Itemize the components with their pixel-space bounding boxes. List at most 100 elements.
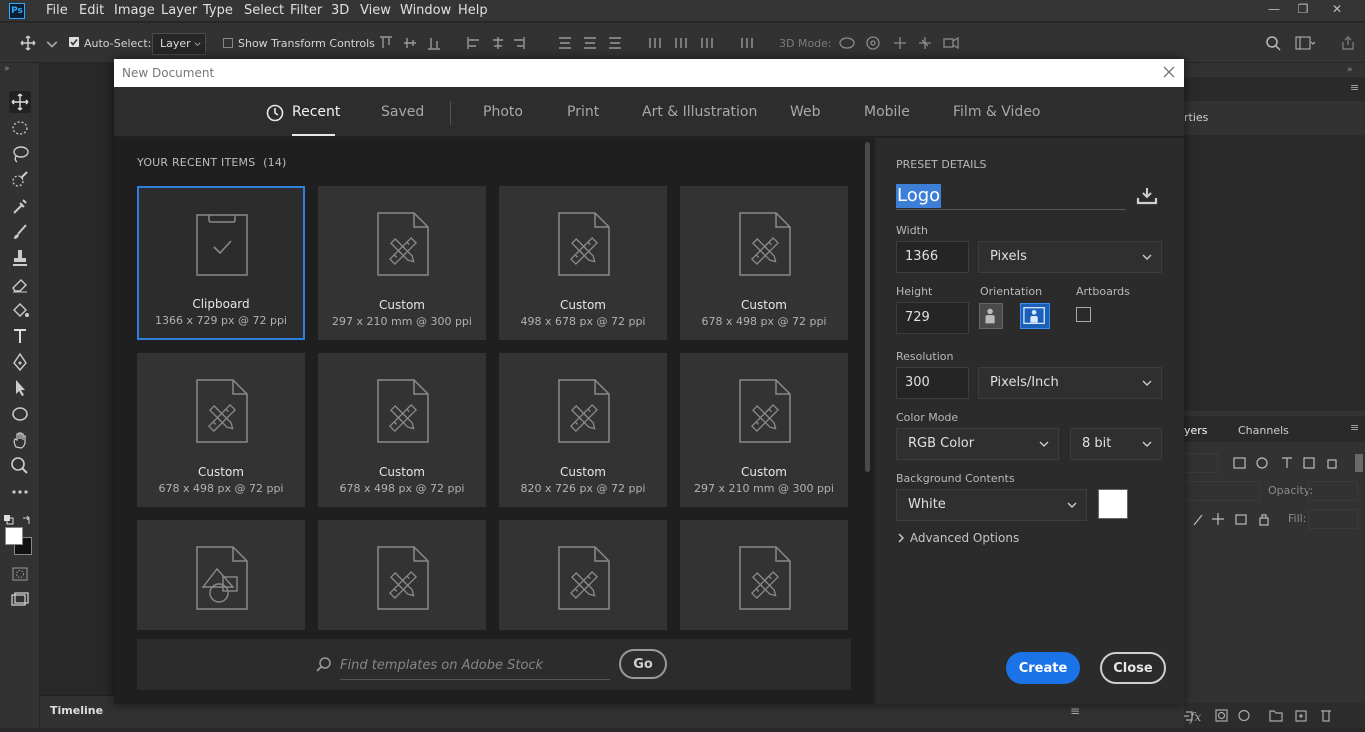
landscape-orientation-button[interactable]	[1020, 303, 1050, 329]
path-select-tool-icon[interactable]	[9, 377, 31, 399]
lasso-tool-icon[interactable]	[9, 143, 31, 165]
properties-tab[interactable]: rties	[1184, 111, 1208, 124]
recent-item-card[interactable]: Clipboard 1366 x 729 px @ 72 ppi	[137, 186, 305, 340]
stamp-tool-icon[interactable]	[9, 247, 31, 269]
layer-filter-icons[interactable]	[1232, 455, 1352, 471]
recent-item-card[interactable]: Custom 678 x 498 px @ 72 ppi	[680, 186, 848, 340]
advanced-options-toggle[interactable]: Advanced Options	[896, 531, 1019, 549]
tab-print[interactable]: Print	[567, 104, 599, 120]
recent-items-scrollbar[interactable]	[865, 142, 870, 472]
ellipse-tool-icon[interactable]	[9, 403, 31, 425]
preset-name-field[interactable]: Logo	[896, 184, 1126, 210]
search-icon-top[interactable]	[1265, 35, 1281, 51]
share-icon[interactable]	[1340, 35, 1356, 51]
blend-mode-dropdown[interactable]	[1184, 481, 1260, 501]
menu-window[interactable]: Window	[400, 3, 451, 18]
menu-layer[interactable]: Layer	[161, 3, 197, 18]
recent-item-card[interactable]: Custom 678 x 498 px @ 72 ppi	[318, 353, 486, 507]
menu-help[interactable]: Help	[458, 3, 488, 18]
background-contents-value: White	[908, 497, 946, 512]
menu-filter[interactable]: Filter	[290, 3, 322, 18]
quick-mask-icon[interactable]	[9, 563, 31, 585]
foreground-color-swatch[interactable]	[5, 527, 23, 545]
bit-depth-dropdown[interactable]: 8 bit	[1070, 428, 1162, 460]
width-field[interactable]: 1366	[896, 241, 969, 273]
menu-image[interactable]: Image	[114, 3, 155, 18]
custom-doc-icon	[738, 545, 792, 611]
collapse-toolbar-icon[interactable]: »	[4, 64, 10, 74]
go-button[interactable]: Go	[619, 649, 667, 679]
layer-filter-toggle[interactable]	[1355, 454, 1363, 472]
timeline-menu-icon[interactable]: ≡	[1070, 704, 1080, 718]
resolution-field[interactable]: 300	[896, 367, 969, 399]
dialog-close-icon[interactable]	[1160, 63, 1178, 81]
channels-tab[interactable]: Channels	[1238, 424, 1289, 437]
eyedropper-tool-icon[interactable]	[9, 195, 31, 217]
brush-tool-icon[interactable]	[9, 221, 31, 243]
tab-saved[interactable]: Saved	[381, 104, 424, 120]
save-preset-icon[interactable]	[1135, 186, 1159, 206]
tab-photo[interactable]: Photo	[483, 104, 523, 120]
color-mode-value: RGB Color	[908, 436, 975, 451]
tab-film-video[interactable]: Film & Video	[953, 104, 1041, 120]
layers-menu-icon[interactable]: ≡	[1350, 421, 1359, 434]
3d-mode-icons[interactable]	[838, 35, 963, 51]
portrait-orientation-button[interactable]	[979, 303, 1003, 329]
tab-art-illustration[interactable]: Art & Illustration	[642, 104, 757, 120]
eraser-tool-icon[interactable]	[9, 273, 31, 295]
tool-preset-chevron-icon[interactable]	[44, 37, 58, 53]
tab-mobile[interactable]: Mobile	[864, 104, 910, 120]
marquee-tool-icon[interactable]	[9, 117, 31, 139]
menu-file[interactable]: File	[46, 3, 68, 18]
workspace-icon[interactable]	[1295, 35, 1316, 51]
menu-type[interactable]: Type	[203, 3, 233, 18]
recent-item-card[interactable]: Custom 820 x 726 px @ 72 ppi	[499, 353, 667, 507]
layer-filter-dropdown[interactable]	[1184, 453, 1218, 473]
panel-menu-icon[interactable]: ≡	[1350, 81, 1359, 94]
move-tool-icon[interactable]	[20, 35, 36, 51]
create-button[interactable]: Create	[1006, 652, 1080, 684]
quick-select-tool-icon[interactable]	[9, 169, 31, 191]
type-tool-icon[interactable]	[9, 325, 31, 347]
screen-mode-icon[interactable]	[9, 589, 31, 611]
recent-item-card[interactable]: Custom 498 x 678 px @ 72 ppi	[499, 186, 667, 340]
recent-item-card[interactable]: Custom 297 x 210 mm @ 300 ppi	[680, 353, 848, 507]
swap-colors-icon[interactable]	[22, 510, 32, 524]
pen-tool-icon[interactable]	[9, 351, 31, 373]
menu-3d[interactable]: 3D	[331, 3, 349, 18]
width-unit-dropdown[interactable]: Pixels	[978, 241, 1162, 273]
show-transform-checkbox[interactable]	[223, 38, 233, 48]
menu-select[interactable]: Select	[244, 3, 284, 18]
restore-icon[interactable]: ❐	[1296, 2, 1310, 16]
background-color-swatch[interactable]	[1098, 489, 1128, 519]
resolution-unit-dropdown[interactable]: Pixels/Inch	[978, 367, 1162, 399]
artboards-checkbox[interactable]	[1076, 307, 1091, 322]
minimize-icon[interactable]: —	[1267, 2, 1281, 16]
more-tools-icon[interactable]	[9, 481, 31, 503]
tab-recent[interactable]: Recent	[292, 104, 340, 120]
default-colors-icon[interactable]	[4, 510, 14, 525]
menu-edit[interactable]: Edit	[79, 3, 104, 18]
height-field[interactable]: 729	[896, 302, 969, 334]
close-window-icon[interactable]: ✕	[1330, 2, 1344, 16]
recent-item-card[interactable]: Custom 678 x 498 px @ 72 ppi	[137, 353, 305, 507]
timeline-tab[interactable]: Timeline	[50, 704, 103, 717]
zoom-tool-icon[interactable]	[9, 455, 31, 477]
stock-search-input[interactable]	[340, 652, 610, 680]
opacity-field[interactable]	[1308, 481, 1358, 501]
close-button[interactable]: Close	[1100, 652, 1166, 684]
recent-item-card[interactable]: Custom 297 x 210 mm @ 300 ppi	[318, 186, 486, 340]
auto-select-dropdown[interactable]: Layer	[152, 33, 206, 55]
background-contents-dropdown[interactable]: White	[896, 489, 1087, 521]
tab-web[interactable]: Web	[790, 104, 821, 120]
collapse-panel-icon[interactable]: »	[1347, 65, 1353, 75]
move-tool-icon[interactable]	[9, 91, 31, 113]
layers-tab[interactable]: yers	[1184, 424, 1208, 437]
color-mode-dropdown[interactable]: RGB Color	[896, 428, 1059, 460]
auto-select-checkbox[interactable]	[69, 37, 79, 47]
lock-icons[interactable]	[1192, 511, 1282, 527]
paint-bucket-tool-icon[interactable]	[9, 299, 31, 321]
fill-field[interactable]	[1308, 509, 1358, 529]
hand-tool-icon[interactable]	[9, 429, 31, 451]
menu-view[interactable]: View	[360, 3, 391, 18]
